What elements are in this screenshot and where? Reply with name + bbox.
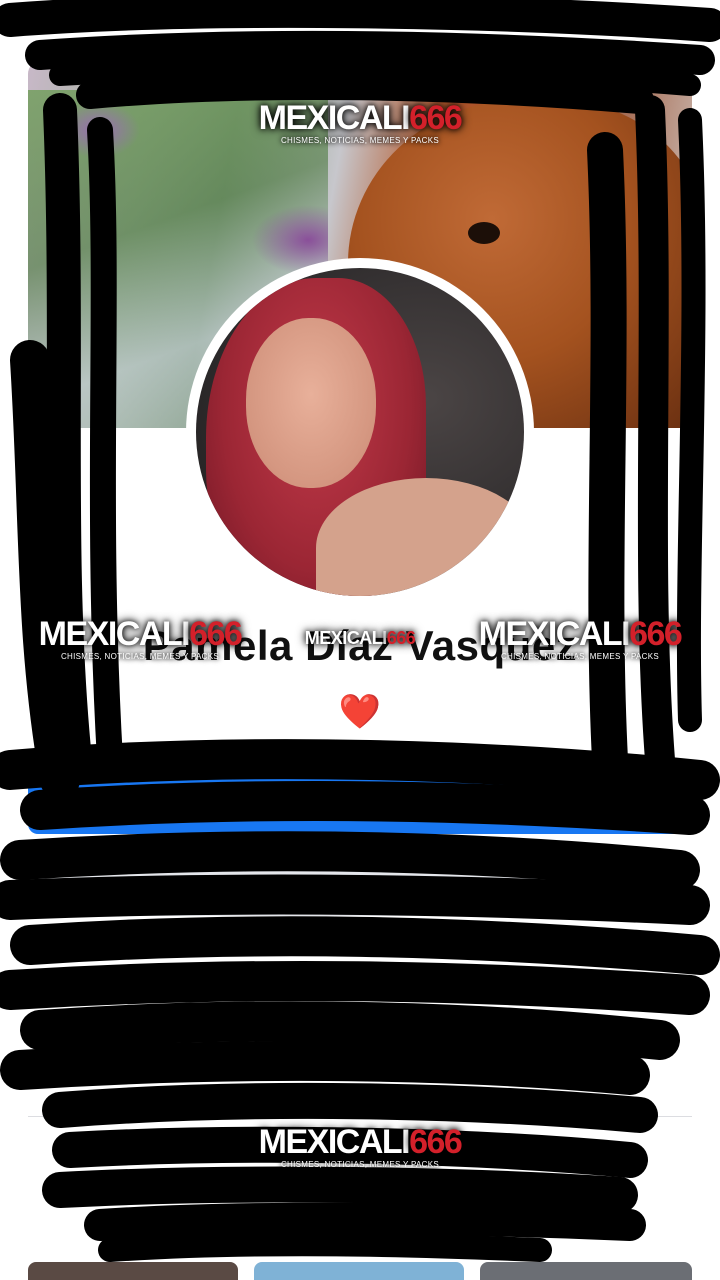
watermark-number: 666 — [409, 99, 463, 137]
watermark-right: MEXICALI666 CHISMES, NOTICIAS, MEMES Y P… — [470, 616, 690, 662]
watermark-title: MEXICALI — [258, 99, 411, 137]
watermark-number: 666 — [409, 1123, 463, 1161]
watermark-center: MEXICALI666 — [300, 628, 420, 648]
watermark-subtitle: CHISMES, NOTICIAS, MEMES Y PACKS — [280, 136, 440, 145]
watermark-left: MEXICALI666 CHISMES, NOTICIAS, MEMES Y P… — [30, 616, 250, 662]
watermark-subtitle: CHISMES, NOTICIAS, MEMES Y PACKS — [500, 652, 660, 661]
watermark-top: MEXICALI666 CHISMES, NOTICIAS, MEMES Y P… — [250, 100, 470, 146]
watermark-number: 666 — [386, 628, 416, 648]
watermark-title: MEXICALI — [258, 1123, 411, 1161]
watermark-number: 666 — [629, 615, 683, 653]
watermark-subtitle: CHISMES, NOTICIAS, MEMES Y PACKS — [60, 652, 220, 661]
watermark-title: MEXICALI — [478, 615, 631, 653]
watermark-number: 666 — [189, 615, 243, 653]
watermark-bottom: MEXICALI666 CHISMES, NOTICIAS, MEMES Y P… — [250, 1124, 470, 1170]
watermark-subtitle: CHISMES, NOTICIAS, MEMES Y PACKS — [280, 1160, 440, 1169]
watermark-title: MEXICALI — [38, 615, 191, 653]
watermark-title: MEXICALI — [304, 628, 388, 648]
